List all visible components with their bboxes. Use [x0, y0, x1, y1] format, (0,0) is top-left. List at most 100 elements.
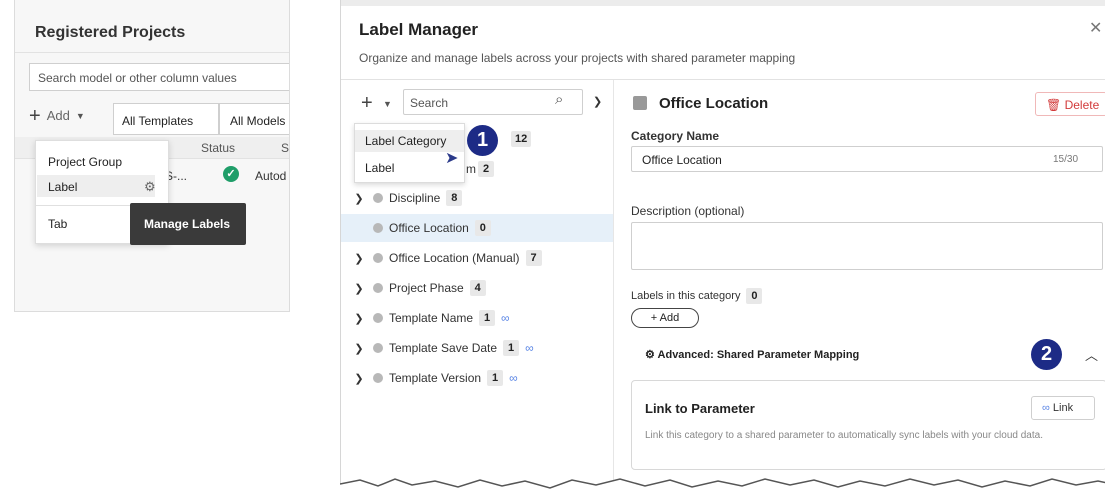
tree-row-label: Discipline [389, 191, 441, 205]
title-divider [15, 52, 289, 53]
dialog-title: Label Manager [359, 20, 479, 39]
menu-item-label-category[interactable]: Label Category [365, 134, 446, 148]
chevron-right-icon[interactable]: ❯ [349, 372, 369, 385]
tree-row[interactable]: ❯ Template Version 1 ∞ [341, 364, 613, 392]
status-ok-icon: ✓ [223, 166, 239, 182]
tree-row[interactable]: Office Location 0 [341, 214, 613, 242]
tree-row-label: Template Name [389, 311, 474, 325]
pane-divider [613, 80, 614, 502]
category-dot-icon [373, 223, 383, 233]
labels-in-category-label: Labels in this category [631, 290, 741, 302]
link-to-parameter-card [631, 380, 1105, 470]
project-search-input[interactable]: Search model or other column values [29, 63, 289, 91]
link-icon: ∞ [525, 341, 534, 355]
tree-row-label: Office Location [389, 221, 469, 235]
mouse-cursor-icon: ➤ [445, 150, 459, 167]
category-color-swatch[interactable] [633, 96, 647, 110]
chevron-right-icon[interactable]: ❯ [349, 252, 369, 265]
count-badge: 7 [525, 250, 542, 266]
trash-icon: 🗑 [1046, 98, 1062, 112]
gear-icon[interactable]: ⚙ [144, 179, 156, 195]
category-dot-icon [373, 193, 383, 203]
link-card-title: Link to Parameter [645, 401, 755, 416]
dialog-subtitle: Organize and manage labels across your p… [359, 51, 796, 65]
menu-item-tab[interactable]: Tab [48, 217, 67, 231]
row-autod-cell: Autod [255, 169, 287, 183]
torn-edge-decoration [340, 478, 1105, 502]
add-label: Add [46, 108, 70, 123]
chevron-right-icon[interactable]: ❯ [349, 192, 369, 205]
tree-row-label: Template Version [389, 371, 482, 385]
category-dot-icon [373, 283, 383, 293]
count-badge: 1 [503, 340, 520, 356]
label-manager-dialog: Label Manager Organize and manage labels… [340, 0, 1105, 502]
chevron-down-icon[interactable]: ❯ [593, 95, 602, 108]
link-icon: ∞ [509, 371, 518, 385]
tree-row[interactable]: ❯ Project Phase 4 [341, 274, 613, 302]
category-dot-icon [373, 313, 383, 323]
count-badge: 1 [479, 310, 496, 326]
gear-icon: ⚙ [645, 349, 655, 361]
chevron-right-icon[interactable]: ❯ [349, 312, 369, 325]
count-badge: 2 [478, 161, 494, 177]
detail-title: Office Location [659, 95, 769, 112]
menu-item-label[interactable]: Label [48, 180, 77, 194]
link-card-description: Link this category to a shared parameter… [645, 430, 1043, 441]
count-badge: 8 [446, 190, 463, 206]
tree-row[interactable]: ❯ Discipline 8 [341, 184, 613, 212]
chevron-right-icon[interactable]: ❯ [349, 342, 369, 355]
category-dot-icon [373, 373, 383, 383]
link-label: Link [1052, 402, 1074, 414]
advanced-label: Advanced: Shared Parameter Mapping [657, 349, 860, 361]
tree-row-label: Project Phase [389, 281, 464, 295]
tree-row[interactable]: ❯ Template Save Date 1 ∞ [341, 334, 613, 362]
labels-in-category: Labels in this category 0 [631, 288, 763, 304]
manage-labels-tooltip: Manage Labels [130, 203, 246, 245]
tree-row-label: Template Save Date [389, 341, 498, 355]
caret-down-icon[interactable]: ▼ [383, 99, 392, 109]
screenshot-stage: Registered Projects Search model or othe… [0, 0, 1105, 502]
plus-icon: + [29, 104, 41, 127]
search-icon[interactable]: ⌕ [555, 91, 563, 108]
dialog-top-strip [341, 0, 1105, 6]
column-status[interactable]: Status [201, 141, 235, 155]
close-icon[interactable]: ✕ [1089, 18, 1102, 38]
delete-button[interactable]: 🗑 Delete [1035, 92, 1105, 116]
delete-label: Delete [1064, 98, 1100, 112]
panel-title: Registered Projects [35, 24, 186, 41]
description-label: Description (optional) [631, 204, 745, 218]
callout-2: 2 [1031, 339, 1062, 370]
registered-projects-panel: Registered Projects Search model or othe… [14, 0, 290, 312]
templates-filter[interactable]: All Templates [113, 103, 219, 135]
chevron-right-icon[interactable]: ❯ [349, 282, 369, 295]
add-label-button[interactable]: + Add [631, 308, 699, 328]
description-textarea[interactable] [631, 222, 1103, 270]
menu-item-label[interactable]: Label [365, 161, 394, 175]
count-badge: 0 [474, 220, 491, 236]
row-name-suffix: m [466, 162, 476, 176]
column-s[interactable]: S [281, 141, 289, 155]
char-counter: 15/30 [1053, 154, 1079, 165]
add-button[interactable]: + Add ▼ [29, 104, 85, 127]
models-filter[interactable]: All Models [219, 103, 289, 135]
count-badge: 1 [487, 370, 504, 386]
menu-item-project-group[interactable]: Project Group [48, 155, 122, 169]
category-name-label: Category Name [631, 129, 720, 143]
category-name-input[interactable]: Office Location [631, 146, 1103, 172]
advanced-section-header[interactable]: ⚙ Advanced: Shared Parameter Mapping [645, 348, 859, 361]
tree-row-label: Office Location (Manual) [389, 251, 520, 265]
caret-down-icon: ▼ [75, 110, 85, 121]
chevron-up-icon[interactable]: ︿ [1085, 345, 1098, 364]
count-badge: 4 [469, 280, 486, 296]
link-icon: ∞ [1042, 402, 1050, 414]
tree-row[interactable]: ❯ Template Name 1 ∞ [341, 304, 613, 332]
category-dot-icon [373, 343, 383, 353]
category-dot-icon [373, 253, 383, 263]
callout-1: 1 [467, 125, 498, 156]
link-icon: ∞ [501, 311, 510, 325]
tree-row[interactable]: ❯ Office Location (Manual) 7 [341, 244, 613, 272]
link-button[interactable]: ∞ Link [1031, 396, 1095, 420]
plus-icon[interactable]: + [361, 92, 373, 115]
header-divider [341, 79, 1105, 80]
count-badge: 0 [746, 288, 763, 304]
